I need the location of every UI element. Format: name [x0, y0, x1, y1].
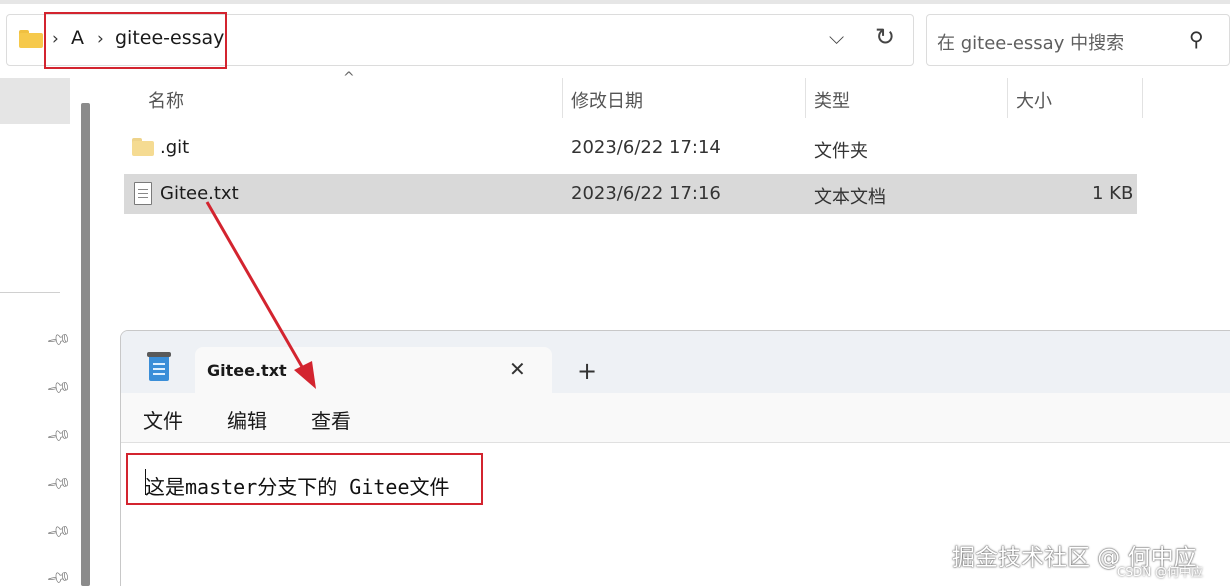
file-row-gitee-txt[interactable]: Gitee.txt 2023/6/22 17:16 文本文档 1 KB	[124, 174, 1137, 214]
column-header-name[interactable]: 名称	[148, 87, 184, 113]
refresh-icon[interactable]: ↻	[875, 23, 895, 51]
notepad-menubar: 文件 编辑 查看	[121, 393, 1230, 443]
notepad-app-icon	[147, 352, 171, 381]
file-type: 文本文档	[814, 187, 886, 208]
pin-icon[interactable]: 📌︎	[45, 326, 73, 353]
search-icon[interactable]: ⚲	[1189, 27, 1204, 51]
menu-view[interactable]: 查看	[311, 405, 351, 434]
content-highlight-box	[126, 453, 483, 505]
watermark-small: CSDN @何中应	[1117, 565, 1204, 579]
nav-scrollbar[interactable]	[81, 103, 90, 586]
nav-divider	[0, 292, 60, 293]
nav-selected-item[interactable]	[0, 78, 70, 124]
chevron-down-icon[interactable]: ⌵	[829, 25, 844, 49]
file-size: 1 KB	[1092, 183, 1134, 204]
close-icon[interactable]: ✕	[509, 357, 526, 381]
file-modified: 2023/6/22 17:16	[571, 183, 721, 204]
column-header-size[interactable]: 大小	[1016, 87, 1052, 113]
file-name: .git	[160, 137, 190, 158]
menu-file[interactable]: 文件	[143, 405, 183, 434]
notepad-tab[interactable]: Gitee.txt ✕	[195, 347, 552, 395]
file-row-git[interactable]: .git 2023/6/22 17:14 文件夹	[124, 128, 1137, 168]
column-divider[interactable]	[1007, 78, 1008, 118]
search-box[interactable]: 在 gitee-essay 中搜索 ⚲	[926, 14, 1230, 66]
folder-icon	[19, 30, 43, 48]
sort-ascending-icon: ^	[343, 70, 355, 86]
text-file-icon	[134, 182, 152, 205]
column-header-modified[interactable]: 修改日期	[571, 87, 643, 113]
file-name: Gitee.txt	[160, 183, 239, 204]
notepad-tab-title: Gitee.txt	[207, 361, 287, 380]
file-modified: 2023/6/22 17:14	[571, 137, 721, 158]
pin-icon[interactable]: 📌︎	[45, 518, 73, 545]
column-header-type[interactable]: 类型	[814, 87, 850, 113]
breadcrumb-highlight-box	[44, 12, 227, 69]
pin-icon[interactable]: 📌︎	[45, 470, 73, 497]
pin-icon[interactable]: 📌︎	[45, 422, 73, 449]
search-input[interactable]: 在 gitee-essay 中搜索	[937, 29, 1124, 55]
pin-icon[interactable]: 📌︎	[45, 564, 73, 586]
pin-icon[interactable]: 📌︎	[45, 374, 73, 401]
window-top-border	[0, 0, 1230, 4]
folder-icon	[132, 138, 154, 156]
menu-edit[interactable]: 编辑	[227, 405, 267, 434]
new-tab-button[interactable]: +	[577, 357, 597, 385]
file-type: 文件夹	[814, 141, 868, 162]
column-divider[interactable]	[805, 78, 806, 118]
column-divider[interactable]	[562, 78, 563, 118]
column-divider[interactable]	[1142, 78, 1143, 118]
notepad-titlebar[interactable]: Gitee.txt ✕ +	[121, 331, 1230, 395]
